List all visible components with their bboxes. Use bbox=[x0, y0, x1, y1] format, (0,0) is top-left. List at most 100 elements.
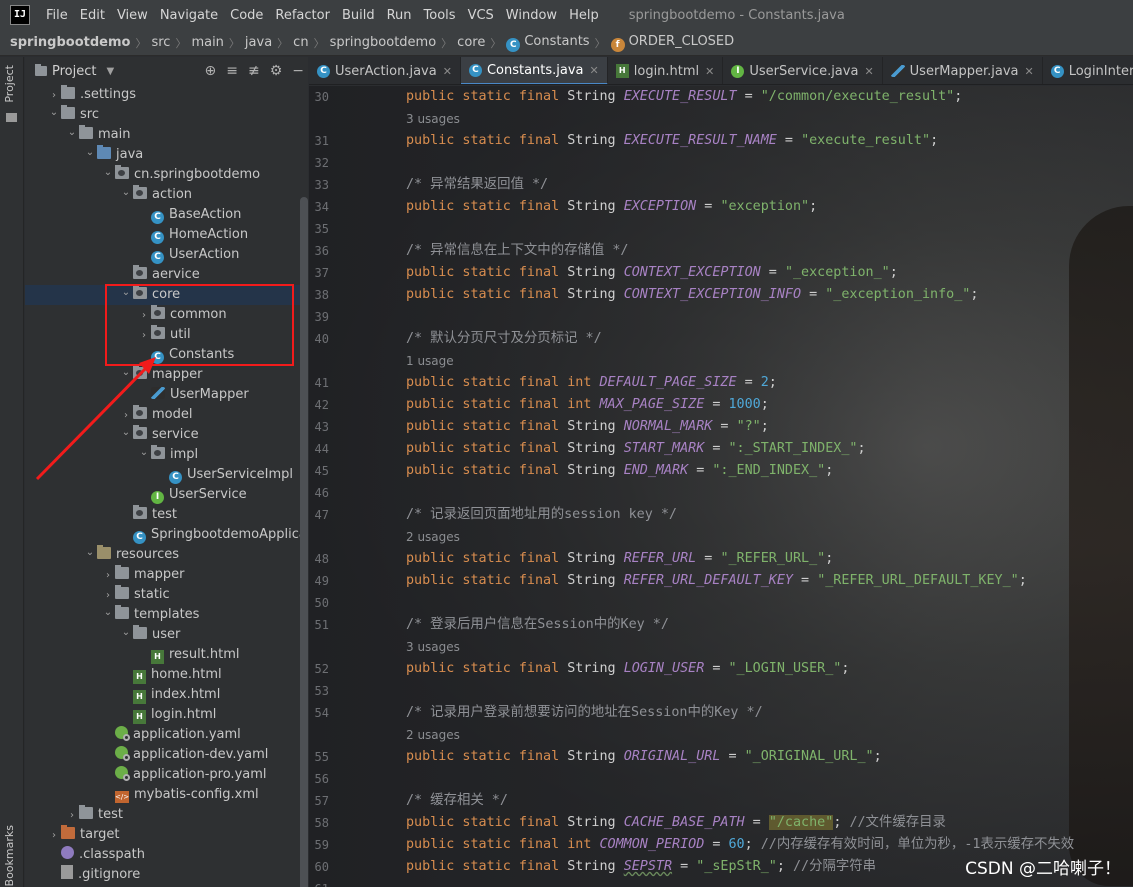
tree-item[interactable]: ⌄ java bbox=[25, 145, 308, 165]
menu-item-window[interactable]: Window bbox=[500, 8, 563, 23]
tree-item[interactable]: I UserService bbox=[25, 485, 308, 505]
menu-item-edit[interactable]: Edit bbox=[74, 8, 111, 23]
menu-item-build[interactable]: Build bbox=[336, 8, 381, 23]
menu-item-code[interactable]: Code bbox=[224, 8, 269, 23]
tree-item[interactable]: › common bbox=[25, 305, 308, 325]
menu-item-vcs[interactable]: VCS bbox=[462, 8, 500, 23]
chevron-down-icon[interactable]: ⌄ bbox=[47, 103, 61, 123]
code-line[interactable]: 47 /* 记录返回页面地址用的session key */ bbox=[309, 504, 1133, 526]
tab-constants-java[interactable]: C Constants.java ✕ bbox=[460, 57, 608, 84]
code-line[interactable]: 57 /* 缓存相关 */ bbox=[309, 790, 1133, 812]
tree-item[interactable]: › .settings bbox=[25, 85, 308, 105]
tree-item[interactable]: test bbox=[25, 505, 308, 525]
code-line[interactable]: 46 bbox=[309, 482, 1133, 504]
project-tree-scrollbar[interactable] bbox=[300, 197, 308, 887]
usage-hint[interactable]: 2 usages bbox=[309, 724, 1133, 746]
tree-item[interactable]: ⌄ resources bbox=[25, 545, 308, 565]
tree-item[interactable]: application.yaml bbox=[25, 725, 308, 745]
chevron-down-icon[interactable]: ⌄ bbox=[83, 543, 97, 563]
tree-item[interactable]: UserMapper bbox=[25, 385, 308, 405]
breadcrumb-item[interactable]: C Constants bbox=[506, 34, 590, 52]
tree-item[interactable]: › static bbox=[25, 585, 308, 605]
tree-item[interactable]: ⌄ impl bbox=[25, 445, 308, 465]
tree-item[interactable]: ⌄ core bbox=[25, 285, 308, 305]
collapse-all-icon[interactable]: ≢ bbox=[248, 63, 260, 79]
close-icon[interactable]: ✕ bbox=[590, 64, 599, 77]
tree-item[interactable]: › util bbox=[25, 325, 308, 345]
tree-item[interactable]: aervice bbox=[25, 265, 308, 285]
tree-item[interactable]: ⌄ src bbox=[25, 105, 308, 125]
hide-panel-icon[interactable]: − bbox=[292, 63, 304, 79]
code-line[interactable]: 44 public static final String START_MARK … bbox=[309, 438, 1133, 460]
menu-item-run[interactable]: Run bbox=[381, 8, 418, 23]
settings-gear-icon[interactable]: ⚙ bbox=[270, 63, 283, 79]
chevron-down-icon[interactable]: ⌄ bbox=[101, 163, 115, 183]
tree-item[interactable]: .gitignore bbox=[25, 865, 308, 885]
close-icon[interactable]: ✕ bbox=[1025, 65, 1034, 78]
tree-item[interactable]: ⌄ service bbox=[25, 425, 308, 445]
code-line[interactable]: 58 public static final String CACHE_BASE_… bbox=[309, 812, 1133, 834]
tree-item[interactable]: C BaseAction bbox=[25, 205, 308, 225]
tree-item[interactable]: ⌄ main bbox=[25, 125, 308, 145]
tab-usermapper-java[interactable]: UserMapper.java ✕ bbox=[883, 57, 1043, 84]
code-line[interactable]: 50 bbox=[309, 592, 1133, 614]
close-icon[interactable]: ✕ bbox=[443, 65, 452, 78]
tree-item[interactable]: application-pro.yaml bbox=[25, 765, 308, 785]
code-line[interactable]: 40 /* 默认分页尺寸及分页标记 */ bbox=[309, 328, 1133, 350]
chevron-right-icon[interactable]: › bbox=[65, 806, 79, 826]
code-line[interactable]: 37 public static final String CONTEXT_EXC… bbox=[309, 262, 1133, 284]
usage-hint[interactable]: 3 usages bbox=[309, 108, 1133, 130]
chevron-down-icon[interactable]: ⌄ bbox=[119, 283, 133, 303]
usage-hint[interactable]: 2 usages bbox=[309, 526, 1133, 548]
project-view-selector[interactable]: Project bbox=[52, 64, 96, 79]
code-line[interactable]: 38 public static final String CONTEXT_EXC… bbox=[309, 284, 1133, 306]
chevron-down-icon[interactable]: ⌄ bbox=[119, 363, 133, 383]
close-icon[interactable]: ✕ bbox=[864, 65, 873, 78]
breadcrumb-item[interactable]: main bbox=[191, 35, 223, 50]
code-line[interactable]: 35 bbox=[309, 218, 1133, 240]
code-line[interactable]: 51 /* 登录后用户信息在Session中的Key */ bbox=[309, 614, 1133, 636]
breadcrumb-item[interactable]: java bbox=[245, 35, 272, 50]
menu-item-navigate[interactable]: Navigate bbox=[154, 8, 224, 23]
tree-item[interactable]: C UserServiceImpl bbox=[25, 465, 308, 485]
tree-item[interactable]: ⌄ cn.springbootdemo bbox=[25, 165, 308, 185]
breadcrumb-item[interactable]: f ORDER_CLOSED bbox=[610, 34, 734, 52]
code-line[interactable]: 33 /* 异常结果返回值 */ bbox=[309, 174, 1133, 196]
breadcrumb-item[interactable]: springbootdemo bbox=[330, 35, 437, 50]
tree-item[interactable]: Hhome.html bbox=[25, 665, 308, 685]
code-line[interactable]: 31 public static final String EXECUTE_RES… bbox=[309, 130, 1133, 152]
tree-item[interactable]: › mapper bbox=[25, 565, 308, 585]
tree-item[interactable]: ⌄ action bbox=[25, 185, 308, 205]
chevron-down-icon[interactable]: ▼ bbox=[106, 66, 114, 77]
chevron-down-icon[interactable]: ⌄ bbox=[119, 423, 133, 443]
breadcrumb-item[interactable]: src bbox=[151, 35, 170, 50]
menu-item-view[interactable]: View bbox=[111, 8, 154, 23]
tree-item[interactable]: Hindex.html bbox=[25, 685, 308, 705]
tab-login-html[interactable]: Hlogin.html ✕ bbox=[608, 57, 724, 84]
bookmarks-tool-button[interactable]: Bookmarks bbox=[3, 825, 16, 886]
code-line[interactable]: 43 public static final String NORMAL_MARK… bbox=[309, 416, 1133, 438]
tree-item[interactable]: › model bbox=[25, 405, 308, 425]
menu-item-tools[interactable]: Tools bbox=[418, 8, 462, 23]
code-line[interactable]: 39 bbox=[309, 306, 1133, 328]
tab-useraction-java[interactable]: C UserAction.java ✕ bbox=[309, 57, 461, 84]
expand-all-icon[interactable]: ≡ bbox=[226, 63, 238, 79]
code-line[interactable]: 32 bbox=[309, 152, 1133, 174]
tree-item[interactable]: ⌄ mapper bbox=[25, 365, 308, 385]
code-line[interactable]: 52 public static final String LOGIN_USER … bbox=[309, 658, 1133, 680]
project-tool-button[interactable]: Project bbox=[3, 65, 16, 103]
locate-file-icon[interactable]: ⊕ bbox=[205, 63, 217, 79]
tree-item[interactable]: Hlogin.html bbox=[25, 705, 308, 725]
tree-item[interactable]: C Constants bbox=[25, 345, 308, 365]
code-line[interactable]: 56 bbox=[309, 768, 1133, 790]
chevron-down-icon[interactable]: ⌄ bbox=[65, 123, 79, 143]
breadcrumb-item[interactable]: springbootdemo bbox=[10, 35, 130, 50]
code-line[interactable]: 41 public static final int DEFAULT_PAGE_S… bbox=[309, 372, 1133, 394]
code-line[interactable]: 59 public static final int COMMON_PERIOD … bbox=[309, 834, 1133, 856]
code-line[interactable]: 34 public static final String EXCEPTION =… bbox=[309, 196, 1133, 218]
menu-item-file[interactable]: File bbox=[40, 8, 74, 23]
code-line[interactable]: 54 /* 记录用户登录前想要访问的地址在Session中的Key */ bbox=[309, 702, 1133, 724]
tree-item[interactable]: ⌄ user bbox=[25, 625, 308, 645]
menu-item-refactor[interactable]: Refactor bbox=[269, 8, 336, 23]
tree-item[interactable]: </> mybatis-config.xml bbox=[25, 785, 308, 805]
